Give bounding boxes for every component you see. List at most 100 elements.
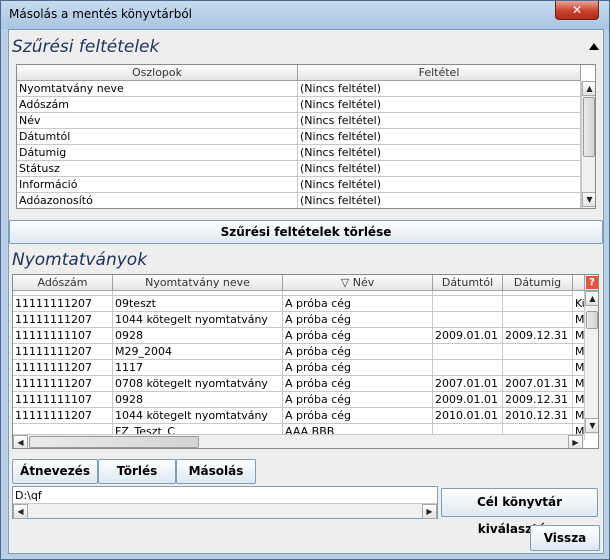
forms-vertical-scrollbar[interactable]: ▲ ▼: [584, 291, 598, 434]
forms-table: Adószám Nyomtatvány neve ▽ Név Dátumtól …: [12, 274, 599, 449]
filter-row[interactable]: Név (Nincs feltétel): [17, 113, 581, 129]
scroll-right-icon[interactable]: ▶: [422, 504, 437, 519]
sort-indicator-icon: ▽: [340, 276, 350, 289]
date-from-cell: [433, 312, 503, 328]
target-path-text: D:\qf: [15, 489, 42, 502]
help-icon[interactable]: ?: [586, 276, 598, 289]
tax-number-cell: 11111111107: [13, 392, 113, 408]
name-cell: A próba cég: [283, 392, 433, 408]
filter-condition[interactable]: (Nincs feltétel): [298, 193, 581, 208]
collapse-arrow-icon[interactable]: [589, 43, 599, 50]
filter-column-name: Információ: [17, 177, 298, 193]
back-button[interactable]: Vissza: [530, 525, 600, 551]
table-row[interactable]: 11111111207 1044 kötegelt nyomtatvány A pr…: [13, 312, 585, 328]
form-name-cell: M29_2004: [113, 344, 283, 360]
choose-target-directory-button[interactable]: Cél könyvtár kiválasztása: [441, 488, 598, 536]
filter-column-name: Dátumig: [17, 145, 298, 161]
tax-number-cell: 11111111207: [13, 408, 113, 424]
date-from-cell: [433, 360, 503, 376]
table-row[interactable]: 11111111207 0708 kötegelt nyomtatvány A pr…: [13, 376, 585, 392]
date-from-cell: [433, 296, 503, 312]
copy-button[interactable]: Másolás: [176, 459, 256, 484]
delete-button[interactable]: Törlés: [98, 459, 176, 484]
filter-row[interactable]: Adószám (Nincs feltétel): [17, 97, 581, 113]
window-title: Másolás a mentés könyvtárból: [9, 7, 193, 21]
name-cell: A próba cég: [283, 408, 433, 424]
scroll-left-icon[interactable]: ◀: [13, 504, 28, 519]
scroll-right-icon[interactable]: ▶: [568, 435, 583, 448]
filter-row[interactable]: Dátumig (Nincs feltétel): [17, 145, 581, 161]
scroll-up-icon[interactable]: ▲: [582, 81, 595, 96]
close-button[interactable]: ✕: [555, 1, 599, 20]
filter-row[interactable]: Státusz (Nincs feltétel): [17, 161, 581, 177]
table-row[interactable]: 11111111207M29_2004A próba cégMé: [13, 344, 585, 360]
column-label: Név: [352, 276, 375, 289]
filter-row[interactable]: Nyomtatvány neve (Nincs feltétel): [17, 81, 581, 97]
forms-column-header[interactable]: Dátumtól: [433, 275, 503, 291]
filter-column-name: Adószám: [17, 97, 298, 113]
table-row[interactable]: 1111111120709tesztA próba cégKü: [13, 296, 585, 312]
filter-table: Oszlopok Feltétel Nyomtatvány neve (Nincs…: [16, 64, 596, 209]
form-name-cell: 0928: [113, 392, 283, 408]
rename-button[interactable]: Átnevezés: [12, 459, 98, 484]
scroll-up-icon[interactable]: ▲: [585, 291, 598, 306]
table-row[interactable]: 11111111107 0928 A próba cég 2009.01.01 2009…: [13, 328, 585, 344]
scroll-thumb[interactable]: [29, 436, 199, 448]
scroll-down-icon[interactable]: ▼: [582, 192, 595, 207]
date-to-cell: 2009.12.31: [503, 392, 573, 408]
filter-row[interactable]: Dátumtól (Nincs feltétel): [17, 129, 581, 145]
forms-section-title: Nyomtatványok: [12, 250, 148, 270]
tax-number-cell: 11111111207: [13, 376, 113, 392]
table-row[interactable]: 11111111207 1044 kötegelt nyomtatvány A pr…: [13, 408, 585, 424]
scroll-left-icon[interactable]: ◀: [13, 435, 28, 448]
scroll-thumb[interactable]: [583, 97, 595, 157]
forms-column-header[interactable]: [573, 275, 585, 291]
name-cell: A próba cég: [283, 296, 433, 312]
table-row[interactable]: 11111111107 0928 A próba cég 2009.01.01 2009…: [13, 392, 585, 408]
forms-column-header[interactable]: Dátumig: [503, 275, 573, 291]
dialog-window: Másolás a mentés könyvtárból ✕ Szűrési f…: [0, 0, 610, 560]
clear-filters-button[interactable]: Szűrési feltételek törlése: [9, 220, 603, 244]
filter-vertical-scrollbar[interactable]: ▲ ▼: [581, 81, 595, 208]
target-path-field[interactable]: D:\qf ◀ ▶: [12, 486, 438, 519]
path-horizontal-scrollbar[interactable]: ◀ ▶: [13, 503, 437, 519]
date-to-cell: [503, 344, 573, 360]
date-to-cell: [503, 360, 573, 376]
filter-column-header[interactable]: Feltétel: [298, 65, 581, 81]
date-from-cell: 2007.01.01: [433, 376, 503, 392]
tax-number-cell: 11111111207: [13, 344, 113, 360]
tax-number-cell: 11111111207: [13, 360, 113, 376]
forms-column-header[interactable]: Adószám: [13, 275, 113, 291]
table-row[interactable]: 111111112071117A próba cégMé: [13, 360, 585, 376]
tax-number-cell: 11111111107: [13, 328, 113, 344]
filter-condition[interactable]: (Nincs feltétel): [298, 129, 581, 145]
filter-condition[interactable]: (Nincs feltétel): [298, 113, 581, 129]
tax-number-cell: 11111111207: [13, 296, 113, 312]
form-name-cell: 1044 kötegelt nyomtatvány: [113, 408, 283, 424]
date-to-cell: [503, 312, 573, 328]
name-cell: A próba cég: [283, 328, 433, 344]
date-from-cell: 2009.01.01: [433, 328, 503, 344]
scroll-thumb[interactable]: [586, 311, 598, 329]
form-name-cell: 1117: [113, 360, 283, 376]
forms-column-header[interactable]: Nyomtatvány neve: [113, 275, 283, 291]
form-name-cell: 0928: [113, 328, 283, 344]
filter-column-name: Nyomtatvány neve: [17, 81, 298, 97]
filter-condition[interactable]: (Nincs feltétel): [298, 161, 581, 177]
date-from-cell: [433, 344, 503, 360]
filter-condition[interactable]: (Nincs feltétel): [298, 145, 581, 161]
filter-column-name: Státusz: [17, 161, 298, 177]
date-to-cell: 2007.01.31: [503, 376, 573, 392]
filter-condition[interactable]: (Nincs feltétel): [298, 97, 581, 113]
forms-column-header-sorted[interactable]: ▽ Név: [283, 275, 433, 291]
filter-row[interactable]: Információ (Nincs feltétel): [17, 177, 581, 193]
name-cell: A próba cég: [283, 344, 433, 360]
forms-horizontal-scrollbar[interactable]: ◀ ▶: [13, 434, 584, 448]
filter-row[interactable]: Adóazonosító (Nincs feltétel): [17, 193, 581, 208]
date-to-cell: [503, 296, 573, 312]
scroll-down-icon[interactable]: ▼: [585, 418, 598, 433]
filter-column-header[interactable]: Oszlopok: [17, 65, 298, 81]
name-cell: A próba cég: [283, 376, 433, 392]
filter-condition[interactable]: (Nincs feltétel): [298, 177, 581, 193]
filter-condition[interactable]: (Nincs feltétel): [298, 81, 581, 97]
